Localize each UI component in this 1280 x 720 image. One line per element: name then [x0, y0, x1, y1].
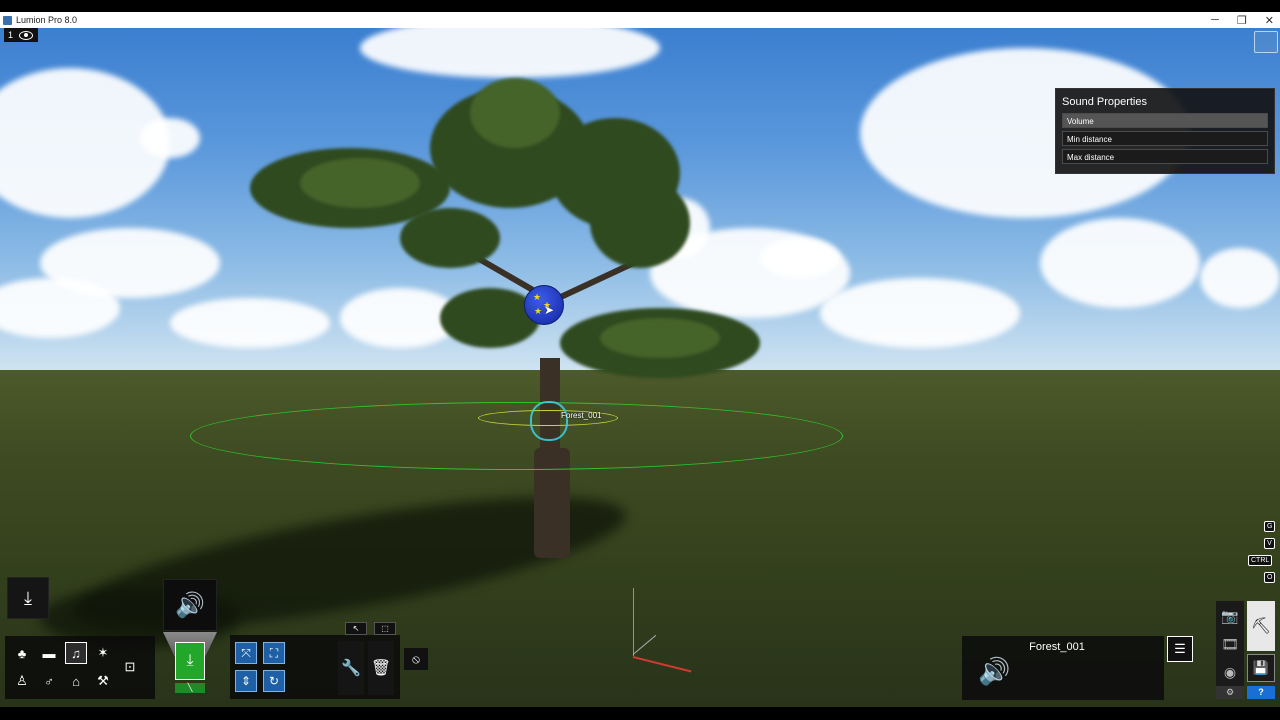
tools-icon: ⚒: [97, 673, 109, 688]
mouse-cursor-icon: ➤: [544, 303, 555, 317]
help-button[interactable]: ?: [1247, 686, 1275, 699]
cancel-button[interactable]: ⦸: [404, 648, 428, 670]
key-hint-o: O: [1264, 572, 1276, 583]
photo-mode-button[interactable]: 📷: [1216, 603, 1244, 629]
house-icon: ⌂: [72, 673, 80, 689]
minimize-button[interactable]: ─: [1211, 14, 1219, 26]
sound-type-button[interactable]: 🔊: [163, 579, 217, 631]
box-select-tab[interactable]: ⬚: [374, 622, 396, 635]
trash-icon: 🗑: [370, 660, 392, 677]
object-label: Forest_001: [561, 411, 602, 420]
key-hint-v: V: [1264, 538, 1275, 549]
speaker-icon: 🔊: [175, 591, 205, 619]
insert-options-button[interactable]: ╲: [175, 683, 205, 693]
min-distance-slider[interactable]: Min distance: [1062, 131, 1268, 146]
gear-icon: ⚙: [1225, 687, 1235, 697]
import-model-button[interactable]: ⊡: [119, 656, 141, 678]
scale-button[interactable]: ⛶: [263, 642, 285, 664]
people-category-button[interactable]: ♂: [38, 670, 60, 692]
sliders-icon: ☰: [1174, 641, 1186, 656]
download-icon: ⤓: [24, 587, 32, 608]
pointer-icon: ↖: [352, 624, 360, 633]
prohibit-icon: ⦸: [412, 651, 420, 666]
sound-emitter-gizmo[interactable]: [530, 401, 568, 441]
3d-viewport[interactable]: Forest_001 ★ ★ ★ ➤ 1 Sound Properties Vo…: [0, 28, 1280, 707]
builder-icon: ⛏: [1250, 618, 1272, 635]
max-distance-slider[interactable]: Max distance: [1062, 149, 1268, 164]
output-mode-column: 📷 🎞 ◉: [1216, 601, 1244, 691]
exterior-category-button[interactable]: ⌂: [65, 670, 87, 692]
download-icon: ⤓: [186, 652, 194, 669]
save-button[interactable]: 💾: [1247, 654, 1275, 682]
close-button[interactable]: ✕: [1265, 14, 1274, 27]
panorama-mode-button[interactable]: ◉: [1216, 659, 1244, 685]
rotate-icon: ↻: [268, 674, 280, 688]
settings-button[interactable]: ☰: [1167, 636, 1193, 662]
music-note-icon: ♫: [71, 645, 81, 661]
eye-icon: [19, 30, 34, 40]
globe-icon: ◉: [1223, 663, 1237, 680]
camera-slot-toggle[interactable]: 1: [4, 28, 38, 42]
place-object-button[interactable]: ⤓: [7, 577, 49, 619]
properties-button[interactable]: 🔧: [338, 641, 364, 695]
lights-category-button[interactable]: ⚒: [92, 670, 114, 692]
camera-icon: 📷: [1221, 607, 1239, 624]
transport-category-button[interactable]: ▬: [38, 642, 60, 664]
object-category-panel: ♣ ▬ ♫ ✶ ⊡ ♙ ♂ ⌂ ⚒: [5, 636, 155, 699]
speaker-icon: 🔊: [978, 656, 1011, 686]
edit-tools-panel: ⤧ ⛶ ⇕ ↻ 🔧 🗑: [230, 635, 400, 699]
camera-slot-number: 1: [8, 30, 14, 40]
letterbox-top: [0, 0, 1280, 12]
delete-button[interactable]: 🗑: [368, 641, 394, 695]
marquee-icon: ⬚: [381, 624, 389, 633]
object-name: Forest_001: [1029, 641, 1085, 653]
move-button[interactable]: ⤧: [235, 642, 257, 664]
volume-slider[interactable]: Volume: [1062, 113, 1268, 128]
import-icon: ⊡: [124, 659, 136, 674]
sound-category-button[interactable]: ♫: [65, 642, 87, 664]
key-hint-g: G: [1264, 521, 1276, 532]
line-icon: ╲: [187, 683, 193, 692]
key-hint-ctrl: CTRL: [1248, 555, 1273, 566]
window-title-bar: Lumion Pro 8.0 ─ ❐ ✕: [0, 12, 1280, 28]
object-info-panel: Forest_001 🔊: [962, 636, 1164, 700]
floppy-icon: 💾: [1252, 660, 1270, 675]
sound-properties-title: Sound Properties: [1062, 96, 1147, 108]
tree-icon: ♣: [17, 645, 27, 661]
film-icon: 🎞: [1221, 635, 1239, 652]
up-down-icon: ⇕: [240, 674, 252, 688]
fullscreen-toggle[interactable]: [1254, 31, 1278, 53]
letterbox-bottom: [0, 707, 1280, 720]
person-icon: ♂: [44, 673, 54, 689]
nature-category-button[interactable]: ♣: [11, 642, 33, 664]
car-icon: ▬: [42, 645, 56, 661]
wrench-icon: 🔧: [341, 660, 361, 677]
build-mode-button[interactable]: ⛏: [1247, 601, 1275, 651]
settings-gear-button[interactable]: ⚙: [1216, 686, 1244, 699]
sparkle-icon: ✶: [97, 645, 109, 660]
rotate-button[interactable]: ↻: [263, 670, 285, 692]
window-title: Lumion Pro 8.0: [16, 15, 78, 25]
select-mode-tab[interactable]: ↖: [345, 622, 367, 635]
effects-category-button[interactable]: ✶: [92, 642, 114, 664]
insert-object-button[interactable]: ⤓: [175, 642, 205, 680]
indoor-category-button[interactable]: ♙: [11, 670, 33, 692]
y-axis-line: [633, 588, 634, 656]
height-button[interactable]: ⇕: [235, 670, 257, 692]
move-arrows-icon: ⤧: [241, 645, 251, 660]
restore-button[interactable]: ❐: [1237, 14, 1247, 27]
chair-icon: ♙: [16, 673, 28, 688]
movie-mode-button[interactable]: 🎞: [1216, 631, 1244, 657]
sound-properties-panel: Sound Properties Volume Min distance Max…: [1055, 88, 1275, 174]
app-icon: [3, 15, 12, 25]
expand-icon: ⛶: [269, 645, 279, 660]
